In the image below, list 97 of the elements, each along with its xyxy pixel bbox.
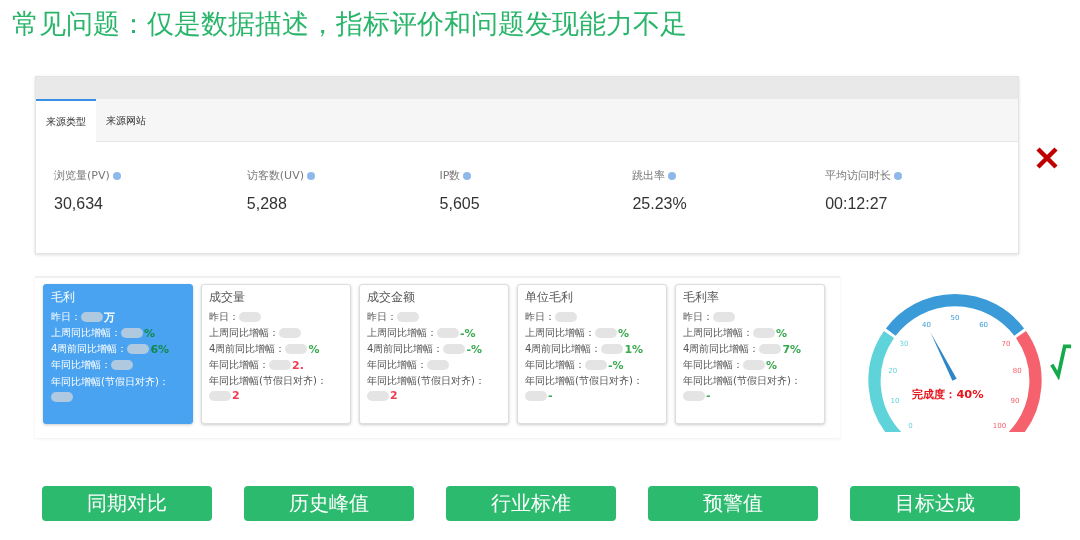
blurred-value <box>585 360 607 370</box>
metric-value: 25.23% <box>632 195 688 213</box>
value-fragment: -% <box>466 342 482 356</box>
metric-label: 平均访问时长 <box>825 168 892 183</box>
blurred-value <box>525 390 547 401</box>
value-fragment: 2. <box>292 358 304 372</box>
row-label: 上周同比增幅： <box>683 326 753 340</box>
value-fragment: 2 <box>232 389 240 403</box>
cross-icon <box>1035 146 1059 170</box>
card-title: 成交金额 <box>367 289 416 306</box>
value-fragment: 7% <box>782 342 802 356</box>
row-label: 昨日： <box>367 310 397 324</box>
metric-value: 5,605 <box>439 195 481 213</box>
blurred-value <box>397 312 419 322</box>
gauge-reading: 完成度：40% <box>912 387 984 402</box>
blurred-value <box>753 328 775 338</box>
kpi-card[interactable]: 成交量 昨日： 上周同比增幅： 4周前同比增幅： % 年同比增幅： 2. 年同比增幅(节假日对齐)： 2 <box>201 284 351 424</box>
row-label: 4周前同比增幅： <box>209 342 286 356</box>
help-icon[interactable] <box>668 171 677 180</box>
blurred-value <box>279 328 301 338</box>
value-fragment: - <box>548 389 553 403</box>
blurred-value <box>601 344 624 354</box>
blurred-value <box>595 328 617 338</box>
row-label: 上周同比增幅： <box>525 326 595 340</box>
card-title: 单位毛利 <box>525 289 574 306</box>
metric-value: 00:12:27 <box>825 195 889 213</box>
row-label: 4周前同比增幅： <box>683 342 760 356</box>
blurred-value <box>743 360 765 370</box>
metric-label: IP数 <box>439 168 461 183</box>
row-label: 昨日： <box>209 310 239 324</box>
slide-title: 常见问题：仅是数据描述，指标评价和问题发现能力不足 <box>11 7 688 41</box>
metric-label: 跳出率 <box>632 168 666 183</box>
kpi-card[interactable]: 毛利率 昨日： 上周同比增幅： % 4周前同比增幅： 7% 年同比增幅： % 年同比增幅(节假日对齐)： - <box>675 284 825 424</box>
blurred-value <box>285 344 308 354</box>
metric-value: 5,288 <box>246 195 288 213</box>
help-icon[interactable] <box>112 171 121 180</box>
row-label: 年同比增幅(节假日对齐)： <box>209 373 327 388</box>
row-label: 年同比增幅： <box>525 358 585 372</box>
check-icon <box>1050 342 1072 380</box>
row-label: 年同比增幅(节假日对齐)： <box>525 373 643 388</box>
row-label: 4周前同比增幅： <box>51 342 128 356</box>
blurred-value <box>427 360 449 370</box>
value-fragment: % <box>144 326 156 340</box>
value-fragment: % <box>308 342 320 356</box>
value-fragment: 2 <box>390 389 398 403</box>
value-fragment: -% <box>608 358 624 372</box>
row-label: 昨日： <box>683 310 713 324</box>
blurred-value <box>239 312 261 322</box>
row-label: 昨日： <box>51 310 81 324</box>
metric-value: 30,634 <box>54 195 104 213</box>
blurred-value <box>81 312 103 322</box>
row-label: 4周前同比增幅： <box>525 342 602 356</box>
row-label: 年同比增幅(节假日对齐)： <box>683 373 801 388</box>
metric-label: 访客数(UV) <box>246 168 304 183</box>
blurred-value <box>367 390 389 401</box>
help-icon[interactable] <box>306 171 315 180</box>
blurred-value <box>713 312 735 322</box>
value-fragment: 6% <box>150 342 170 356</box>
blurred-value <box>555 312 577 322</box>
blurred-value <box>759 344 782 354</box>
value-fragment: 万 <box>104 309 115 325</box>
tab[interactable]: 来源类型 <box>36 99 96 142</box>
value-fragment: % <box>776 326 788 340</box>
help-icon[interactable] <box>463 171 472 180</box>
tab[interactable]: 来源网站 <box>96 99 156 142</box>
blurred-value <box>121 328 143 338</box>
row-label: 上周同比增幅： <box>367 326 437 340</box>
blurred-value <box>111 360 133 370</box>
row-label: 年同比增幅： <box>683 358 743 372</box>
card-title: 成交量 <box>209 289 246 306</box>
blurred-value <box>51 391 73 402</box>
row-label: 年同比增幅： <box>51 358 111 372</box>
row-label: 上周同比增幅： <box>51 326 121 340</box>
card-title: 毛利率 <box>683 289 720 306</box>
blurred-value <box>683 390 705 401</box>
row-label: 昨日： <box>525 310 555 324</box>
help-icon[interactable] <box>894 171 903 180</box>
row-label: 4周前同比增幅： <box>367 342 444 356</box>
value-fragment: - <box>706 389 711 403</box>
row-label: 年同比增幅： <box>209 358 269 372</box>
row-label: 年同比增幅： <box>367 358 427 372</box>
value-fragment: % <box>618 326 630 340</box>
kpi-card[interactable]: 成交金额 昨日： 上周同比增幅： -% 4周前同比增幅： -% 年同比增幅： 年同比增幅(节假日对齐)： 2 <box>359 284 509 424</box>
blurred-value <box>209 390 231 401</box>
value-fragment: 1% <box>624 342 644 356</box>
kpi-card[interactable]: 单位毛利 昨日： 上周同比增幅： % 4周前同比增幅： 1% 年同比增幅： -% 年同比增幅(节假日对齐)： - <box>517 284 667 424</box>
row-label: 年同比增幅(节假日对齐)： <box>51 374 169 389</box>
row-label: 年同比增幅(节假日对齐)： <box>367 373 485 388</box>
blurred-value <box>269 360 291 370</box>
blurred-value <box>443 344 466 354</box>
blurred-value <box>127 344 150 354</box>
metric-label: 浏览量(PV) <box>54 168 110 183</box>
card-title: 毛利 <box>51 289 76 306</box>
value-fragment: -% <box>460 326 476 340</box>
row-label: 上周同比增幅： <box>209 326 279 340</box>
value-fragment: % <box>766 358 778 372</box>
blurred-value <box>437 328 459 338</box>
